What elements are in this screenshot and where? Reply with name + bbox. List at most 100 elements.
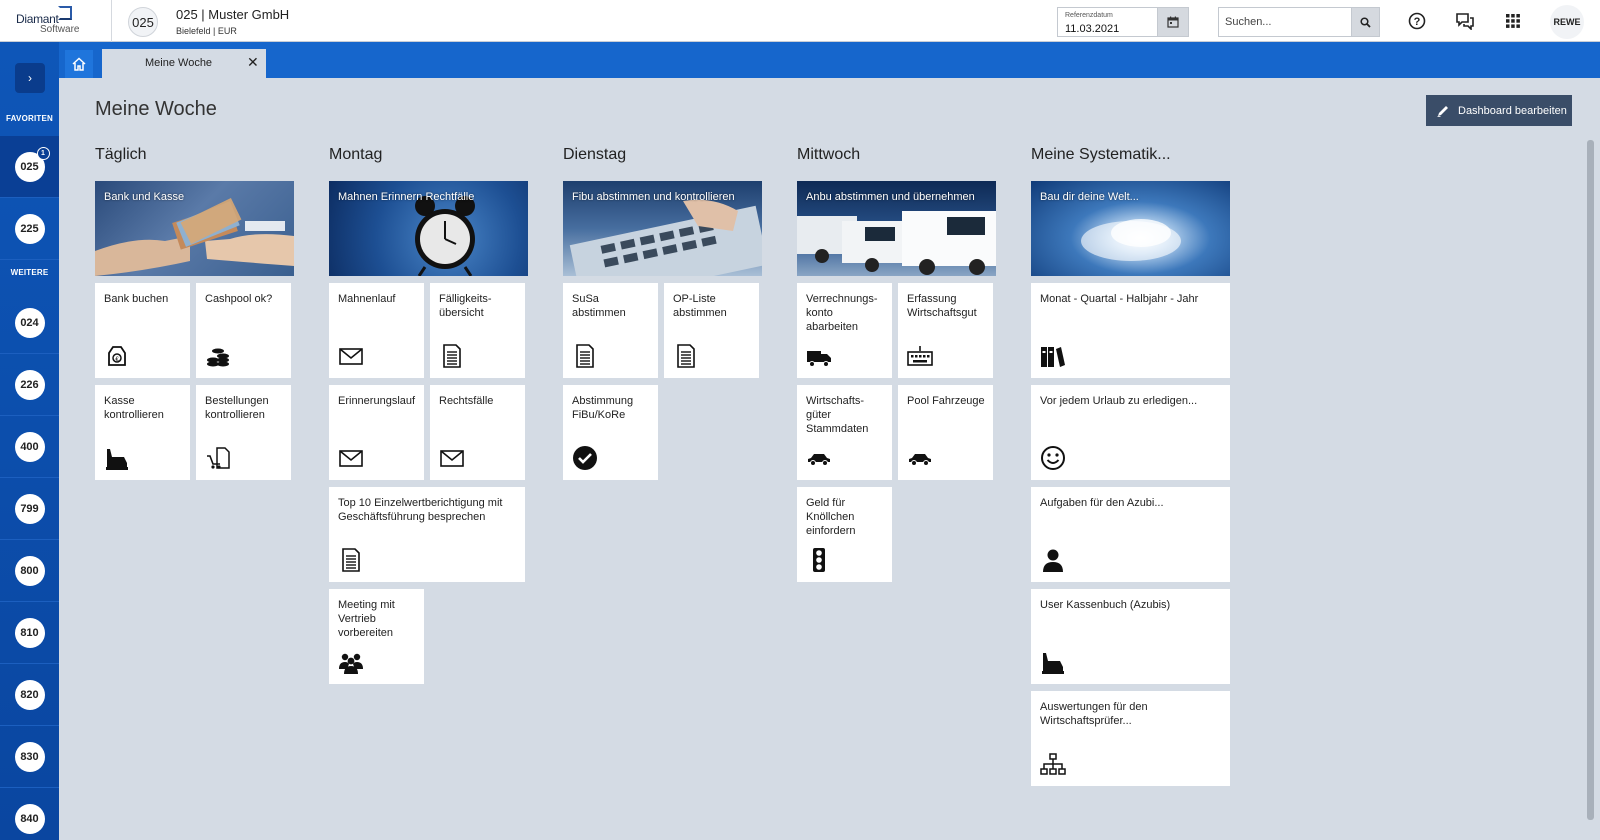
reference-date-field[interactable]: Referenzdatum 11.03.2021	[1057, 7, 1158, 37]
banner-mahnen[interactable]: Mahnen Erinnern Rechtfälle	[329, 181, 528, 276]
car-icon	[808, 454, 830, 466]
sidebar-item-830[interactable]: 830	[0, 726, 59, 788]
tile-label: Erinnerungslauf	[338, 395, 416, 407]
tile-label: Abstimmung FiBu/KoRe	[572, 395, 634, 421]
tile-aufgaben-azubi[interactable]: Aufgaben für den Azubi...	[1031, 487, 1230, 582]
company-location-currency: Bielefeld | EUR	[176, 26, 237, 36]
banner-fibu[interactable]: Fibu abstimmen und kontrollieren	[563, 181, 762, 276]
sidebar: › FAVORITEN 025 1 225 WEITERE 024 226 40…	[0, 42, 59, 840]
banner-label: Anbu abstimmen und übernehmen	[806, 191, 975, 203]
tile-bank-buchen[interactable]: Bank buchen €	[95, 283, 190, 378]
tile-bestellungen-kontrollieren[interactable]: Bestellungen kontrollieren	[196, 385, 291, 480]
banner-label: Mahnen Erinnern Rechtfälle	[338, 191, 475, 203]
sidebar-item-799[interactable]: 799	[0, 478, 59, 540]
help-button[interactable]: ?	[1406, 10, 1428, 32]
document-lines-icon	[443, 344, 461, 368]
company-name: 025 | Muster GmbH	[176, 7, 290, 22]
envelope-icon	[440, 450, 464, 467]
help-icon: ?	[1408, 12, 1426, 30]
tile-erfassung-wirtschaftsgut[interactable]: Erfassung Wirtschaftsgut	[898, 283, 993, 378]
calendar-icon	[1167, 16, 1179, 28]
banner-bank-und-kasse[interactable]: Bank und Kasse	[95, 181, 294, 276]
home-button[interactable]	[65, 50, 93, 78]
tab-bar: Meine Woche ✕	[59, 42, 1600, 78]
company-circle: 830	[14, 741, 45, 772]
tile-label: Monat - Quartal - Halbjahr - Jahr	[1040, 293, 1199, 305]
tile-geld-fuer-knoellchen[interactable]: Geld für Knöllchen einfordern	[797, 487, 892, 582]
reference-date-value: 11.03.2021	[1065, 23, 1120, 35]
search-input[interactable]	[1218, 7, 1352, 37]
document-lines-icon	[576, 344, 594, 368]
search-button[interactable]	[1352, 7, 1380, 37]
apps-button[interactable]	[1502, 10, 1524, 32]
sidebar-item-820[interactable]: 820	[0, 664, 59, 726]
company-circle: 810	[14, 617, 45, 648]
tile-op-liste-abstimmen[interactable]: OP-Liste abstimmen	[664, 283, 759, 378]
top-bar: Diamant Software 025 025 | Muster GmbH B…	[0, 0, 1600, 42]
scrollbar-thumb[interactable]	[1587, 140, 1594, 820]
tile-label: Verrechnungs-konto abarbeiten	[806, 293, 878, 333]
company-circle: 225	[14, 213, 45, 244]
tile-susa-abstimmen[interactable]: SuSa abstimmen	[563, 283, 658, 378]
person-icon	[1043, 549, 1063, 572]
tile-erinnerungslauf[interactable]: Erinnerungslauf	[329, 385, 424, 480]
tile-faelligkeitsuebersicht[interactable]: Fälligkeits-übersicht	[430, 283, 525, 378]
tile-label: Meeting mit Vertrieb vorbereiten	[338, 599, 395, 639]
sidebar-item-800[interactable]: 800	[0, 540, 59, 602]
company-code-badge[interactable]: 025	[128, 7, 158, 37]
group-icon	[339, 653, 363, 674]
tile-kasse-kontrollieren[interactable]: Kasse kontrollieren	[95, 385, 190, 480]
diamant-logo[interactable]: Diamant Software	[10, 6, 82, 36]
sidebar-item-025[interactable]: 025 1	[0, 136, 59, 198]
tab-meine-woche[interactable]: Meine Woche ✕	[102, 49, 266, 78]
tile-cashpool[interactable]: Cashpool ok?	[196, 283, 291, 378]
sidebar-item-024[interactable]: 024	[0, 292, 59, 354]
banner-label: Fibu abstimmen und kontrollieren	[572, 191, 735, 203]
search-icon	[1360, 16, 1371, 28]
reference-date-label: Referenzdatum	[1065, 12, 1113, 19]
banner-label: Bau dir deine Welt...	[1040, 191, 1139, 203]
coins-icon	[207, 348, 229, 367]
dashboard-content: Meine Woche Dashboard bearbeiten Täglich…	[65, 78, 1585, 840]
banner-bau-dir-deine-welt[interactable]: Bau dir deine Welt...	[1031, 181, 1230, 276]
check-circle-icon	[573, 446, 597, 470]
company-circle: 400	[14, 431, 45, 462]
sidebar-item-810[interactable]: 810	[0, 602, 59, 664]
tile-verrechnungskonto[interactable]: Verrechnungs-konto abarbeiten	[797, 283, 892, 378]
sidebar-toggle-button[interactable]: ›	[15, 63, 45, 93]
sidebar-item-400[interactable]: 400	[0, 416, 59, 478]
tile-wirtschaftsgueter-stammdaten[interactable]: Wirtschafts-güter Stammdaten	[797, 385, 892, 480]
banner-anbu[interactable]: Anbu abstimmen und übernehmen	[797, 181, 996, 276]
chat-button[interactable]	[1454, 10, 1476, 32]
tab-close-button[interactable]: ✕	[247, 54, 259, 71]
calendar-button[interactable]	[1158, 7, 1189, 37]
edit-dashboard-button[interactable]: Dashboard bearbeiten	[1426, 95, 1572, 126]
tile-pool-fahrzeuge[interactable]: Pool Fahrzeuge	[898, 385, 993, 480]
tile-user-kassenbuch[interactable]: User Kassenbuch (Azubis)	[1031, 589, 1230, 684]
tile-vor-jedem-urlaub[interactable]: Vor jedem Urlaub zu erledigen...	[1031, 385, 1230, 480]
column-title-dienstag: Dienstag	[563, 146, 627, 163]
sidebar-item-226[interactable]: 226	[0, 354, 59, 416]
tile-label: Fälligkeits-übersicht	[439, 293, 492, 319]
tile-rechtsfaelle[interactable]: Rechtsfälle	[430, 385, 525, 480]
apps-grid-icon	[1506, 14, 1520, 28]
tile-top10-einzelwertberichtigung[interactable]: Top 10 Einzelwertberichtigung mit Geschä…	[329, 487, 525, 582]
user-avatar[interactable]: REWE	[1550, 5, 1584, 39]
logo-mark-icon	[58, 6, 72, 20]
company-circle: 800	[14, 555, 45, 586]
page-title: Meine Woche	[95, 98, 217, 120]
cash-register-icon	[106, 449, 128, 470]
books-icon	[1041, 347, 1065, 367]
tile-label: User Kassenbuch (Azubis)	[1040, 599, 1171, 611]
sidebar-item-225[interactable]: 225	[0, 198, 59, 260]
envelope-icon	[339, 450, 363, 467]
sidebar-item-840[interactable]: 840	[0, 788, 59, 840]
tile-auswertungen-wirtschaftspruefer[interactable]: Auswertungen für den Wirtschaftsprüfer..…	[1031, 691, 1230, 786]
tile-meeting-vertrieb[interactable]: Meeting mit Vertrieb vorbereiten	[329, 589, 424, 684]
keyboard-icon	[907, 346, 933, 366]
tile-abstimmung-fibu-kore[interactable]: Abstimmung FiBu/KoRe	[563, 385, 658, 480]
tile-monat-quartal[interactable]: Monat - Quartal - Halbjahr - Jahr	[1031, 283, 1230, 378]
tile-mahnenlauf[interactable]: Mahnenlauf	[329, 283, 424, 378]
company-circle: 024	[14, 307, 45, 338]
banner-label: Bank und Kasse	[104, 191, 185, 203]
